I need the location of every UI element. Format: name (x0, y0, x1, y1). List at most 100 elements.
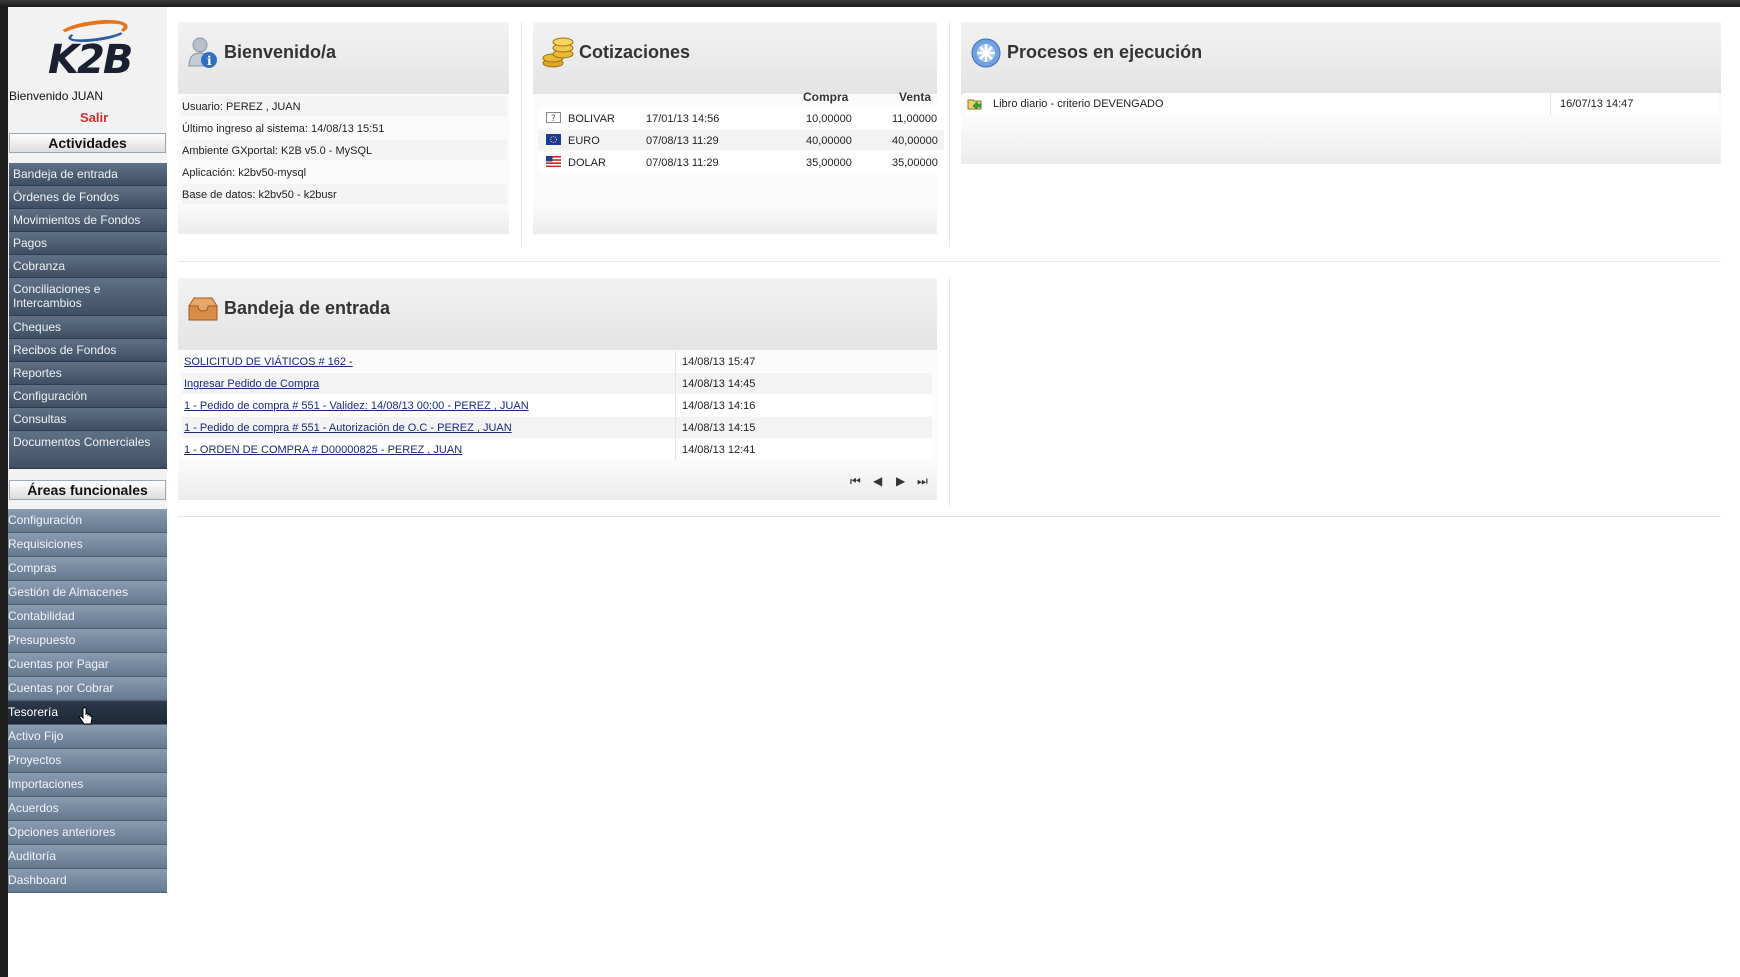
gear-process-icon (971, 38, 1001, 68)
k2b-logo: K2B (38, 15, 138, 90)
quote-buy: 35,00000 (806, 157, 852, 169)
area-item-cuentas-pagar[interactable]: Cuentas por Pagar (8, 653, 167, 677)
actividades-header: Actividades (9, 133, 166, 153)
inbox-item: Ingresar Pedido de Compra 14/08/13 14:45 (182, 373, 932, 394)
area-item-presupuesto[interactable]: Presupuesto (8, 629, 167, 653)
hand-cursor-icon (79, 707, 93, 725)
inbox-item-date: 14/08/13 14:45 (682, 378, 756, 390)
quote-sell: 35,00000 (892, 157, 938, 169)
sidebar-item-conciliaciones[interactable]: Conciliaciones e Intercambios (9, 278, 167, 316)
inbox-item-date: 14/08/13 15:47 (682, 356, 756, 368)
svg-text:i: i (207, 54, 212, 68)
divider (178, 261, 1721, 262)
panel-shadow (178, 204, 509, 234)
process-date: 16/07/13 14:47 (1560, 98, 1634, 110)
inbox-list: SOLICITUD DE VIÁTICOS # 162 - 14/08/13 1… (178, 351, 937, 461)
actividades-list: Bandeja de entrada Órdenes de Fondos Mov… (9, 163, 167, 469)
sidebar-item-documentos-comerciales[interactable]: Documentos Comerciales (9, 431, 167, 469)
areas-header: Áreas funcionales (9, 480, 166, 500)
sidebar-item-bandeja[interactable]: Bandeja de entrada (9, 163, 167, 186)
quote-sell: 40,00000 (892, 135, 938, 147)
inbox-item-link[interactable]: 1 - ORDEN DE COMPRA # D00000825 - PEREZ … (184, 444, 462, 456)
quotes-panel-title: Cotizaciones (579, 42, 691, 62)
info-environment: Ambiente GXportal: K2B v5.0 - MySQL (182, 140, 507, 160)
process-row[interactable]: Libro diario - criterio DEVENGADO 16/07/… (965, 93, 1719, 115)
inbox-item: 1 - Pedido de compra # 551 - Validez: 14… (182, 395, 932, 416)
area-item-opciones-anteriores[interactable]: Opciones anteriores (8, 821, 167, 845)
area-item-dashboard[interactable]: Dashboard (8, 869, 167, 893)
window-top-bar (0, 0, 1740, 7)
info-user: Usuario: PEREZ , JUAN (182, 96, 507, 116)
quotes-panel: Cotizaciones Compra Venta ? BOLIVAR 17/0… (533, 22, 944, 234)
quote-sell: 11,00000 (892, 113, 938, 125)
logout-link[interactable]: Salir (80, 110, 108, 125)
inbox-item-link[interactable]: SOLICITUD DE VIÁTICOS # 162 - (184, 356, 353, 368)
sidebar-item-movimientos-fondos[interactable]: Movimientos de Fondos (9, 209, 167, 232)
sidebar: K2B Bienvenido JUAN Salir Actividades Ba… (8, 7, 167, 893)
inbox-item-date: 14/08/13 14:15 (682, 422, 756, 434)
sidebar-item-reportes[interactable]: Reportes (9, 362, 167, 385)
area-item-activo-fijo[interactable]: Activo Fijo (8, 725, 167, 749)
divider (949, 22, 950, 247)
area-item-auditoria[interactable]: Auditoría (8, 845, 167, 869)
inbox-sep (675, 373, 676, 394)
user-info-icon: i (188, 37, 217, 68)
processes-panel-title: Procesos en ejecución (1007, 42, 1203, 62)
pager-next-icon[interactable]: ▶ (896, 474, 905, 488)
inbox-item-link[interactable]: 1 - Pedido de compra # 551 - Validez: 14… (184, 400, 529, 412)
inbox-item-date: 14/08/13 12:41 (682, 444, 756, 456)
quote-row: EURO 07/08/13 11:29 40,00000 40,00000 (538, 130, 944, 150)
area-item-requisiciones[interactable]: Requisiciones (8, 533, 167, 557)
processes-panel: Procesos en ejecución Libro diario - cri… (961, 22, 1721, 164)
pager-last-icon[interactable]: ⏭ (917, 474, 928, 489)
area-item-almacenes[interactable]: Gestión de Almacenes (8, 581, 167, 605)
eu-flag-icon (546, 134, 561, 145)
divider (178, 516, 1721, 517)
quote-date: 07/08/13 11:29 (646, 135, 719, 147)
welcome-user: Bienvenido JUAN (9, 89, 104, 103)
area-item-compras[interactable]: Compras (8, 557, 167, 581)
quote-currency: BOLIVAR (568, 113, 615, 125)
sidebar-item-ordenes-fondos[interactable]: Órdenes de Fondos (9, 186, 167, 209)
area-item-importaciones[interactable]: Importaciones (8, 773, 167, 797)
areas-list: Configuración Requisiciones Compras Gest… (8, 509, 167, 893)
inbox-item-link[interactable]: 1 - Pedido de compra # 551 - Autorizació… (184, 422, 512, 434)
pager-prev-icon[interactable]: ◀ (873, 474, 882, 488)
area-item-contabilidad[interactable]: Contabilidad (8, 605, 167, 629)
quote-row: ? BOLIVAR 17/01/13 14:56 10,00000 11,000… (538, 108, 944, 128)
quote-date: 07/08/13 11:29 (646, 157, 719, 169)
quote-date: 17/01/13 14:56 (646, 113, 720, 125)
divider (521, 22, 522, 247)
welcome-panel-title: Bienvenido/a (224, 42, 337, 62)
welcome-panel: i Bienvenido/a Usuario: PEREZ , JUAN Últ… (178, 22, 509, 234)
quote-buy: 40,00000 (806, 135, 852, 147)
coins-icon (542, 37, 574, 68)
sidebar-item-cobranza[interactable]: Cobranza (9, 255, 167, 278)
us-flag-icon (546, 156, 561, 167)
quote-currency: DOLAR (568, 157, 606, 169)
area-item-cuentas-cobrar[interactable]: Cuentas por Cobrar (8, 677, 167, 701)
panel-shadow (533, 204, 937, 234)
sidebar-item-recibos-fondos[interactable]: Recibos de Fondos (9, 339, 167, 362)
sidebar-item-cheques[interactable]: Cheques (9, 316, 167, 339)
inbox-item-link[interactable]: Ingresar Pedido de Compra (184, 378, 319, 390)
svg-text:?: ? (551, 114, 556, 123)
panel-shadow (178, 460, 937, 500)
area-item-configuracion[interactable]: Configuración (8, 509, 167, 533)
sidebar-item-consultas[interactable]: Consultas (9, 408, 167, 431)
inbox-sep (675, 351, 676, 372)
inbox-sep (675, 395, 676, 416)
col-compra: Compra (803, 90, 849, 104)
inbox-tray-icon (188, 297, 218, 321)
logo-text: K2B (48, 37, 133, 83)
area-item-acuerdos[interactable]: Acuerdos (8, 797, 167, 821)
inbox-sep (675, 439, 676, 460)
sidebar-item-configuracion[interactable]: Configuración (9, 385, 167, 408)
panel-shadow (961, 119, 1721, 164)
sidebar-item-pagos[interactable]: Pagos (9, 232, 167, 255)
pager-first-icon[interactable]: ⏮ (850, 474, 861, 489)
quote-row: DOLAR 07/08/13 11:29 35,00000 35,00000 (538, 152, 944, 172)
area-item-proyectos[interactable]: Proyectos (8, 749, 167, 773)
col-venta: Venta (899, 90, 932, 104)
info-application: Aplicación: k2bv50-mysql (182, 167, 307, 179)
